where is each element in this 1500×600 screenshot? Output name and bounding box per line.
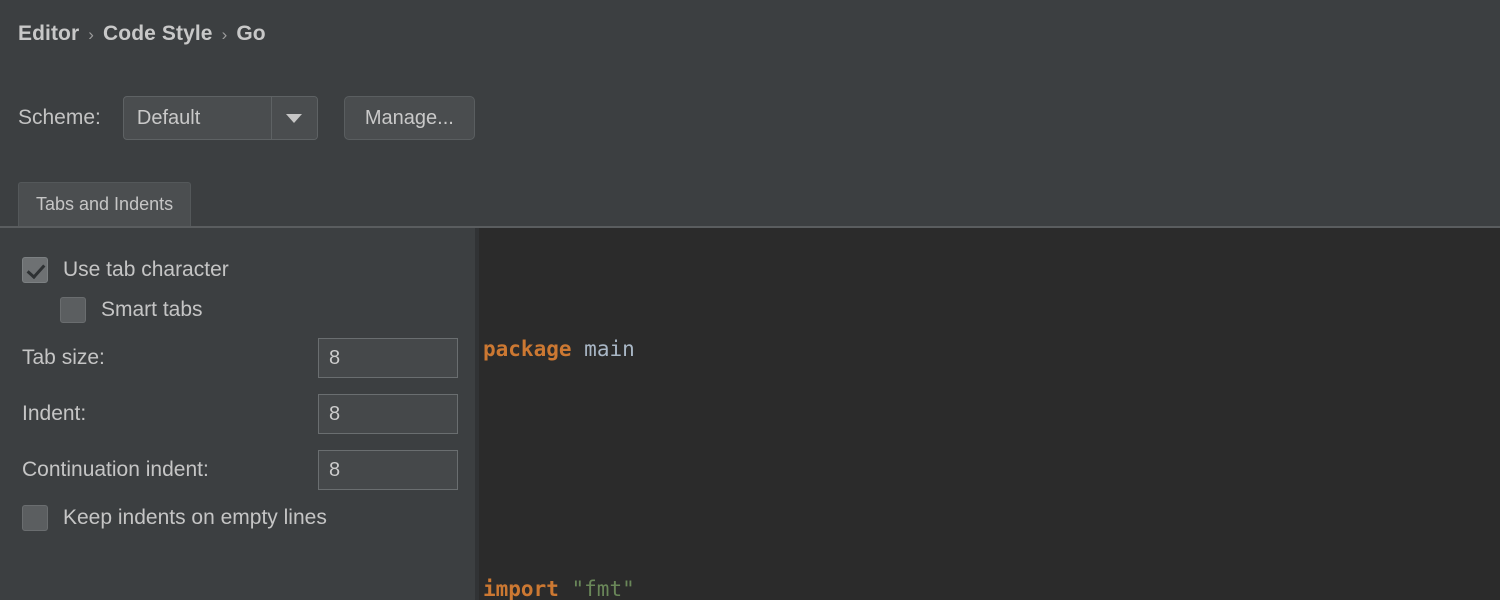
tab-size-row: Tab size: (0, 330, 475, 386)
manage-button[interactable]: Manage... (343, 96, 475, 140)
scheme-row: Scheme: Default Manage... (18, 95, 475, 141)
scheme-selected-value: Default (136, 106, 201, 129)
continuation-indent-row: Continuation indent: (0, 442, 475, 498)
keep-indents-on-empty-lines-checkbox[interactable] (22, 505, 48, 531)
token-keyword-import: import (483, 577, 559, 600)
breadcrumb-item-editor[interactable]: Editor (18, 22, 79, 46)
continuation-indent-input[interactable] (318, 450, 458, 490)
indent-input[interactable] (318, 394, 458, 434)
smart-tabs-checkbox[interactable] (60, 297, 86, 323)
settings-panel: Use tab character Smart tabs Tab size: I… (0, 228, 475, 600)
use-tab-character-row[interactable]: Use tab character (0, 250, 475, 290)
smart-tabs-row[interactable]: Smart tabs (0, 290, 475, 330)
scheme-label: Scheme: (18, 106, 101, 129)
breadcrumb-item-code-style[interactable]: Code Style (103, 22, 213, 46)
breadcrumb-separator-icon: › (221, 25, 228, 44)
token-identifier-main-package: main (584, 337, 635, 361)
breadcrumb: Editor › Code Style › Go (18, 22, 266, 46)
tab-strip: Tabs and Indents (0, 180, 1500, 226)
code-line: import "fmt" (483, 574, 1500, 600)
code-line: package main (483, 334, 1500, 364)
code-preview-text: package main import "fmt" func main() { … (483, 244, 1500, 600)
code-style-settings-page: Editor › Code Style › Go Scheme: Default… (0, 0, 1500, 600)
token-keyword-package: package (483, 337, 572, 361)
tab-size-input[interactable] (318, 338, 458, 378)
continuation-indent-label: Continuation indent: (22, 458, 209, 481)
scheme-dropdown[interactable]: Default (122, 96, 318, 140)
keep-indents-on-empty-lines-row[interactable]: Keep indents on empty lines (0, 498, 475, 538)
token-string-fmt: "fmt" (571, 577, 635, 600)
tab-tabs-and-indents[interactable]: Tabs and Indents (18, 182, 192, 226)
use-tab-character-label: Use tab character (63, 258, 229, 281)
code-preview-pane[interactable]: package main import "fmt" func main() { … (479, 228, 1500, 600)
use-tab-character-checkbox[interactable] (22, 257, 48, 283)
smart-tabs-label: Smart tabs (101, 298, 203, 321)
tab-size-label: Tab size: (22, 346, 105, 369)
breadcrumb-separator-icon: › (88, 25, 95, 44)
chevron-down-icon[interactable] (270, 97, 317, 139)
indent-label: Indent: (22, 402, 87, 425)
keep-indents-on-empty-lines-label: Keep indents on empty lines (63, 506, 327, 529)
indent-row: Indent: (0, 386, 475, 442)
breadcrumb-item-go[interactable]: Go (236, 22, 265, 46)
